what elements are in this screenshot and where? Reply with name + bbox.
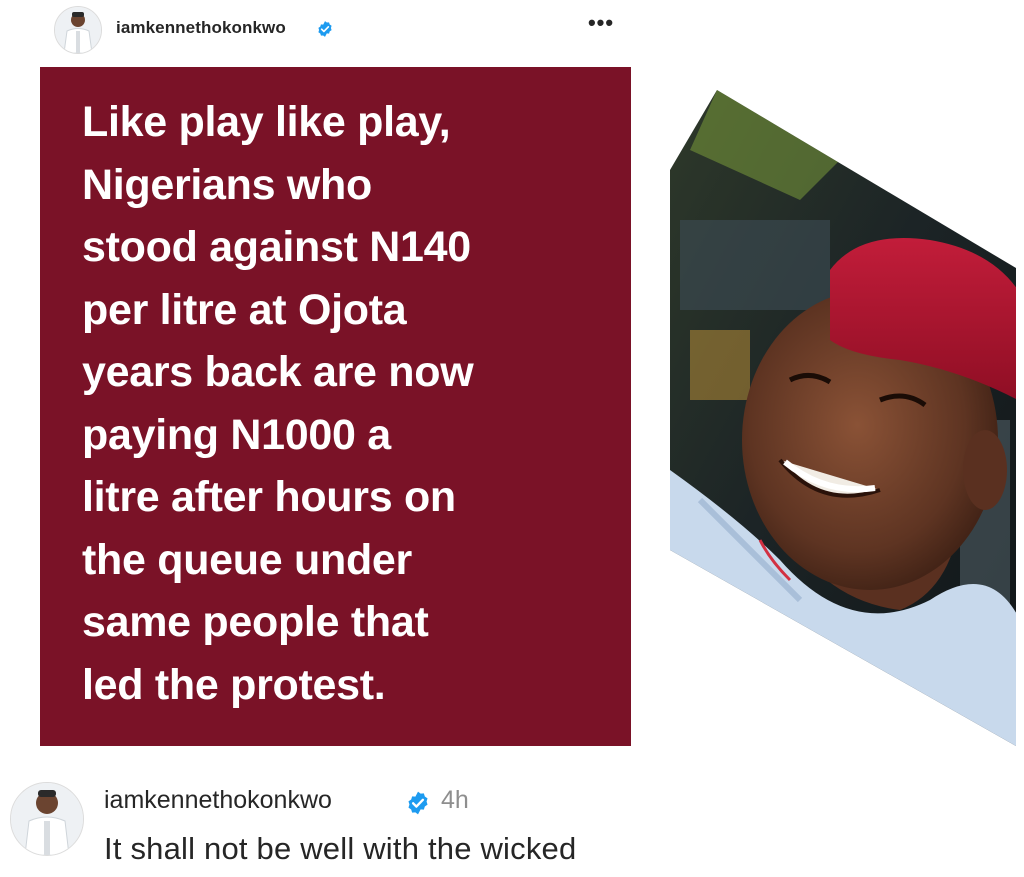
comment-text: It shall not be well with the wicked (104, 831, 577, 866)
comment-avatar[interactable] (10, 782, 84, 856)
username[interactable]: iamkennethokonkwo (116, 18, 286, 38)
comment: iamkennethokonkwo 4h It shall not be wel… (0, 770, 1024, 877)
verified-badge-icon (318, 21, 332, 37)
profile-avatar-icon (11, 783, 83, 855)
post-card-text: Like play like play, Nigerians who stood… (82, 98, 474, 709)
avatar[interactable] (54, 6, 102, 54)
post-text-card: Like play like play, Nigerians who stood… (40, 67, 631, 746)
verified-badge-icon (408, 791, 428, 815)
comment-timestamp: 4h (441, 786, 469, 814)
more-options-button[interactable]: ••• (585, 12, 617, 38)
comment-username[interactable]: iamkennethokonkwo (104, 786, 332, 815)
instagram-post: iamkennethokonkwo ••• Like play like pla… (0, 0, 1024, 877)
post-header: iamkennethokonkwo ••• (0, 0, 640, 58)
profile-avatar-icon (55, 7, 101, 53)
